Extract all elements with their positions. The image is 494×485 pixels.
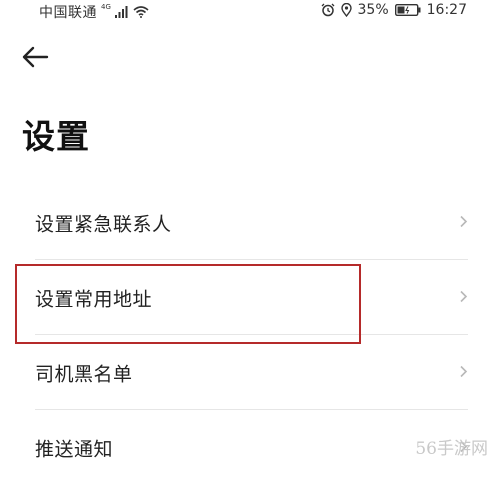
location-icon: [340, 3, 352, 17]
chevron-right-icon: [459, 363, 468, 382]
page-title: 设置: [22, 117, 90, 156]
settings-item-emergency-contact[interactable]: 设置紧急联系人: [0, 185, 494, 260]
network-type: 4G: [101, 3, 111, 11]
arrow-left-icon: [20, 42, 54, 72]
settings-item-label: 司机黑名单: [35, 363, 133, 385]
settings-item-label: 设置常用地址: [35, 288, 153, 310]
back-button[interactable]: [20, 42, 54, 72]
settings-item-label: 推送通知: [35, 438, 114, 460]
battery-percent: 35%: [357, 2, 389, 18]
battery-icon: [394, 4, 421, 16]
chevron-right-icon: [459, 213, 468, 232]
clock-time: 16:27: [426, 2, 467, 18]
carrier-name: 中国联通: [39, 5, 97, 21]
wifi-icon: [133, 6, 149, 18]
settings-item-label: 设置紧急联系人: [35, 213, 172, 235]
alarm-icon: [321, 3, 335, 17]
status-bar: 中国联通 4G 35% 16:27: [0, 0, 494, 22]
settings-item-common-address[interactable]: 设置常用地址: [0, 260, 494, 335]
signal-icon: [114, 6, 129, 18]
watermark: 56手游网: [415, 439, 488, 459]
chevron-right-icon: [459, 288, 468, 307]
settings-item-driver-blacklist[interactable]: 司机黑名单: [0, 335, 494, 410]
